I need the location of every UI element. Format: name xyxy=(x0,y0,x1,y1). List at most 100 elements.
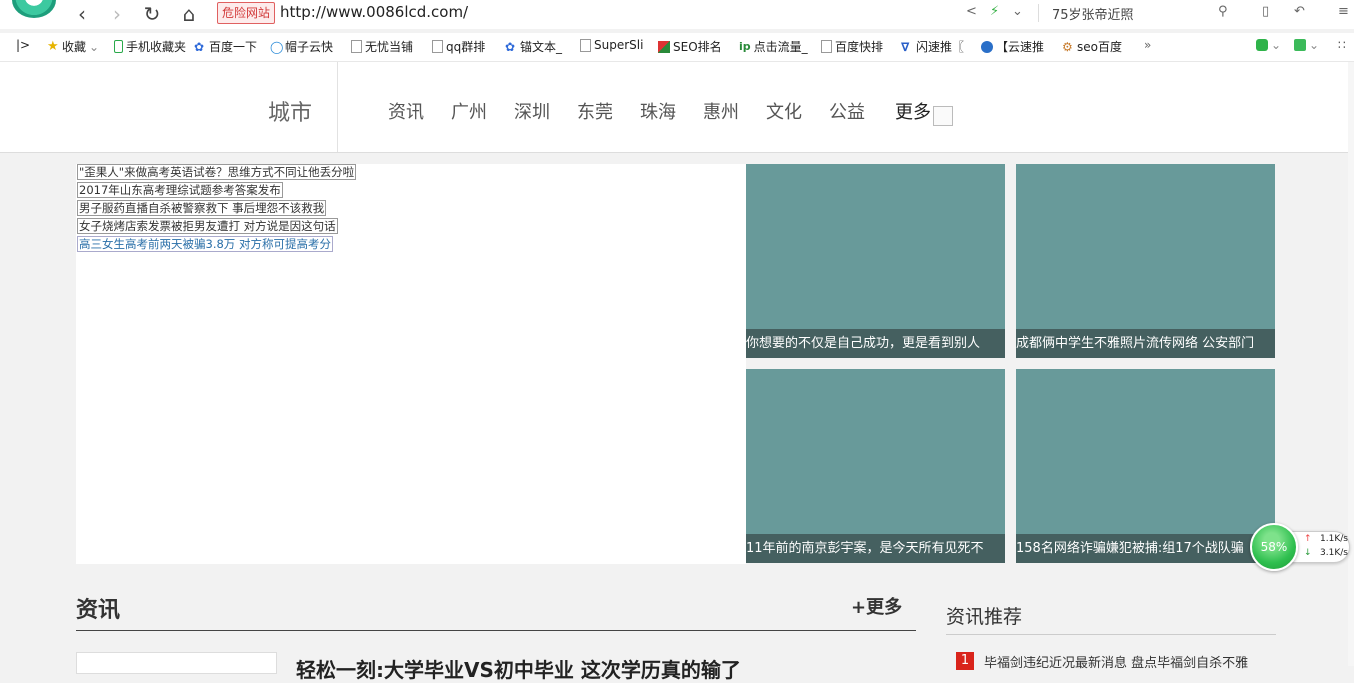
upload-value: 1.1K/s xyxy=(1320,534,1348,544)
bookmark-item[interactable]: ⚙ seo百度 xyxy=(1062,38,1122,55)
bookmark-label: 【云速推 xyxy=(996,40,1045,54)
menu-icon[interactable]: ≡ xyxy=(1338,4,1349,19)
bookmark-label: SEO排名 xyxy=(673,40,722,54)
up-arrow-icon: ↑ xyxy=(1304,534,1312,544)
recommend-item[interactable]: 毕福剑违纪近况最新消息 盘点毕福剑自杀不雅 xyxy=(984,652,1269,671)
page-icon xyxy=(351,40,362,53)
lightning-icon[interactable]: ⚡ xyxy=(990,4,999,19)
header-divider xyxy=(337,62,338,152)
nav-item-charity[interactable]: 公益 xyxy=(829,98,865,124)
page-icon xyxy=(580,38,591,52)
shield-icon[interactable]: ⌄ xyxy=(1256,38,1281,52)
upload-speed: ↑ 1.1K/s xyxy=(1304,534,1348,544)
tablet-icon[interactable]: ▯ xyxy=(1262,4,1269,19)
bookmark-label: 闪速推〖 xyxy=(916,40,965,54)
bookmark-item[interactable]: ✿ 百度一下 xyxy=(194,38,257,55)
baidu-paw-icon: ✿ xyxy=(194,39,205,54)
extension-icon[interactable]: ⌄ xyxy=(1294,38,1319,52)
toolbar-divider xyxy=(1038,4,1039,22)
grid-icon[interactable]: ∷ xyxy=(1338,38,1346,52)
bookmark-label: seo百度 xyxy=(1077,40,1122,54)
address-bar[interactable]: http://www.0086lcd.com/ xyxy=(280,3,468,21)
headline-panel: "歪果人"来做高考英语试卷？思维方式不同让他丢分啦 2017年山东高考理综试题参… xyxy=(76,164,746,564)
undo-icon[interactable]: ↶ xyxy=(1294,4,1305,19)
bookmark-label: 收藏 xyxy=(62,40,87,54)
bookmark-item[interactable]: 手机收藏夹 xyxy=(114,38,186,55)
bookmark-item[interactable]: 【云速推 xyxy=(981,38,1044,55)
more-bookmarks-icon[interactable]: » xyxy=(1144,38,1151,52)
bookmark-item[interactable]: 百度快排 xyxy=(821,38,883,55)
nav-item-guangzhou[interactable]: 广州 xyxy=(451,98,487,124)
down-arrow-icon: ↓ xyxy=(1304,548,1312,558)
star-icon: ★ xyxy=(47,38,59,54)
recommend-divider xyxy=(946,634,1276,635)
bookmark-label: 锚文本_ xyxy=(520,40,563,54)
tile-caption: 11年前的南京彭宇案，是今天所有见死不 xyxy=(746,534,1005,563)
nav-item-dongguan[interactable]: 东莞 xyxy=(577,98,613,124)
sidebar-toggle-icon[interactable]: |> xyxy=(16,38,30,52)
tile-caption: 成都俩中学生不雅照片流传网络 公安部门 xyxy=(1016,329,1275,358)
nav-item-zhuhai[interactable]: 珠海 xyxy=(640,98,676,124)
phone-icon xyxy=(114,40,123,53)
bookmark-item[interactable]: SuperSli xyxy=(580,38,643,52)
browser-toolbar: ‹ › ↻ ⌂ 危险网站 http://www.0086lcd.com/ < ⚡… xyxy=(0,0,1354,29)
bookmark-item[interactable]: ★ 收藏 ⌄ xyxy=(47,38,99,55)
site-brand[interactable]: 城市 xyxy=(268,95,312,127)
bookmarks-bar: |> ★ 收藏 ⌄ 手机收藏夹 ✿ 百度一下 ◯ 帽子云快 无忧当铺 qq群排 … xyxy=(0,33,1354,62)
speed-percent[interactable]: 58% xyxy=(1250,523,1298,571)
headline-link[interactable]: 高三女生高考前两天被骗3.8万 对方称可提高考分 xyxy=(77,236,333,252)
bookmark-label: 百度一下 xyxy=(209,40,258,54)
search-input[interactable]: 75岁张帝近照 xyxy=(1052,4,1134,23)
chevron-down-icon[interactable]: ⌄ xyxy=(1012,4,1023,19)
bookmark-item[interactable]: qq群排 xyxy=(432,38,485,55)
page-scrollbar[interactable] xyxy=(1348,62,1354,666)
photo-tile[interactable]: 11年前的南京彭宇案，是今天所有见死不 xyxy=(746,369,1005,563)
search-icon[interactable]: ⚲ xyxy=(1218,4,1228,19)
site-header: 城市 资讯 广州 深圳 东莞 珠海 惠州 文化 公益 更多 xyxy=(0,62,1354,153)
cloud-icon xyxy=(981,40,993,53)
article-thumbnail[interactable] xyxy=(76,652,277,674)
photo-tile[interactable]: 158名网络诈骗嫌犯被捕:组17个战队骗 xyxy=(1016,369,1275,563)
bookmark-label: qq群排 xyxy=(446,40,486,54)
section-divider xyxy=(76,630,916,631)
section-title: 资讯 xyxy=(76,598,121,623)
bookmark-item[interactable]: ◯ 帽子云快 xyxy=(270,38,333,55)
nav-item-culture[interactable]: 文化 xyxy=(766,98,802,124)
lead-article-title[interactable]: 轻松一刻:大学毕业VS初中毕业 这次学历真的输了 xyxy=(296,654,741,683)
headline-link[interactable]: 2017年山东高考理综试题参考答案发布 xyxy=(77,182,283,198)
back-arrow-icon[interactable]: ‹ xyxy=(70,2,94,26)
bookmark-label: 百度快排 xyxy=(835,40,884,54)
bookmark-label: 手机收藏夹 xyxy=(126,40,187,54)
browser-logo-icon xyxy=(12,0,56,18)
download-speed: ↓ 3.1K/s xyxy=(1304,548,1348,558)
nav-item-huizhou[interactable]: 惠州 xyxy=(703,98,739,124)
danger-site-badge[interactable]: 危险网站 xyxy=(217,2,276,24)
recommend-title: 资讯推荐 xyxy=(946,606,1023,628)
seo-icon xyxy=(658,40,670,53)
bookmark-item[interactable]: ∇ 闪速推〖 xyxy=(901,38,964,55)
nav-more[interactable]: 更多 xyxy=(895,98,931,124)
gear-icon: ⚙ xyxy=(1062,39,1073,54)
bookmark-item[interactable]: ✿ 锚文本_ xyxy=(505,38,562,55)
nav-item-shenzhen[interactable]: 深圳 xyxy=(514,98,550,124)
reload-icon[interactable]: ↻ xyxy=(140,2,164,26)
broken-image-icon[interactable] xyxy=(933,106,953,126)
headline-link[interactable]: 女子烧烤店索发票被拒男友遭打 对方说是因这句话 xyxy=(77,218,338,234)
bookmark-item[interactable]: 无忧当铺 xyxy=(351,38,413,55)
network-speed-widget[interactable]: 58% ↑ 1.1K/s ↓ 3.1K/s xyxy=(1250,523,1350,571)
section-more-link[interactable]: +更多 xyxy=(851,593,902,619)
home-icon[interactable]: ⌂ xyxy=(177,2,201,26)
photo-tile[interactable]: 你想要的不仅是自己成功，更是看到别人 xyxy=(746,164,1005,358)
bookmark-item[interactable]: ip 点击流量_ xyxy=(739,38,808,55)
bookmark-label: 点击流量_ xyxy=(753,40,808,54)
headline-link[interactable]: 男子服药直播自杀被警察救下 事后埋怨不该救我 xyxy=(77,200,327,216)
headline-link[interactable]: "歪果人"来做高考英语试卷？思维方式不同让他丢分啦 xyxy=(77,164,357,180)
bookmark-label: 无忧当铺 xyxy=(365,40,414,54)
photo-tile[interactable]: 成都俩中学生不雅照片流传网络 公安部门 xyxy=(1016,164,1275,358)
forward-arrow-icon[interactable]: › xyxy=(105,2,129,26)
nav-item-news[interactable]: 资讯 xyxy=(388,98,424,124)
share-icon[interactable]: < xyxy=(966,4,977,19)
bookmark-item[interactable]: SEO排名 xyxy=(658,38,722,55)
tile-caption: 你想要的不仅是自己成功，更是看到别人 xyxy=(746,329,1005,358)
ip-icon: ip xyxy=(739,39,751,53)
